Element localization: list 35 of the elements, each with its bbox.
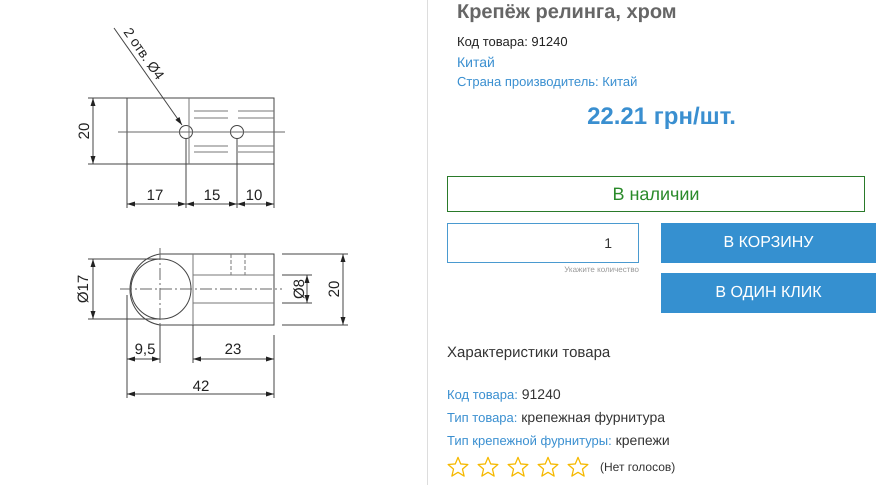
star-icon[interactable]: [477, 456, 499, 477]
dimension-label: 20: [326, 280, 343, 298]
spec-value: крепежная фурнитура: [521, 409, 666, 425]
quantity-hint: Укажите количество: [563, 264, 639, 276]
spec-value: крепежи: [616, 432, 670, 448]
country-link[interactable]: Страна производитель: Китай: [457, 72, 638, 92]
spec-label: Тип товара:: [447, 410, 518, 425]
add-to-cart-button[interactable]: В КОРЗИНУ: [661, 223, 876, 263]
product-title: Крепёж релинга, хром: [457, 0, 678, 24]
star-icon[interactable]: [537, 456, 559, 477]
votes-count: (Нет голосов): [600, 458, 676, 476]
dimension-label: 17: [146, 186, 164, 204]
price: 22.21 грн/шт.: [586, 102, 737, 132]
one-click-buy-button[interactable]: В ОДИН КЛИК: [661, 273, 876, 313]
spec-label: Код товара:: [447, 387, 518, 402]
dimension-label: 15: [204, 186, 220, 204]
brand-link[interactable]: Китай: [457, 52, 495, 72]
spec-label: Тип крепежной фурнитуры:: [447, 433, 612, 448]
dimension-label: 20: [76, 122, 93, 140]
stock-status: В наличии: [447, 176, 865, 212]
product-code: Код товара: 91240: [457, 33, 569, 51]
star-icon[interactable]: [567, 456, 589, 477]
dimension-label: 10: [246, 186, 262, 204]
dimension-label: 42: [192, 378, 210, 395]
dimension-label: Ø17: [74, 274, 92, 304]
hole-note: 2 отв. Ø4: [120, 24, 168, 82]
dimension-label: Ø8: [290, 279, 308, 299]
star-icon[interactable]: [447, 456, 469, 477]
spec-value: 91240: [522, 386, 561, 402]
dimension-label: 9,5: [134, 340, 156, 358]
dimension-label: 23: [224, 340, 242, 358]
quantity-field[interactable]: 1: [447, 223, 639, 263]
star-rating[interactable]: [447, 456, 589, 477]
specs-title: Характеристики товара: [447, 343, 612, 363]
star-icon[interactable]: [507, 456, 529, 477]
